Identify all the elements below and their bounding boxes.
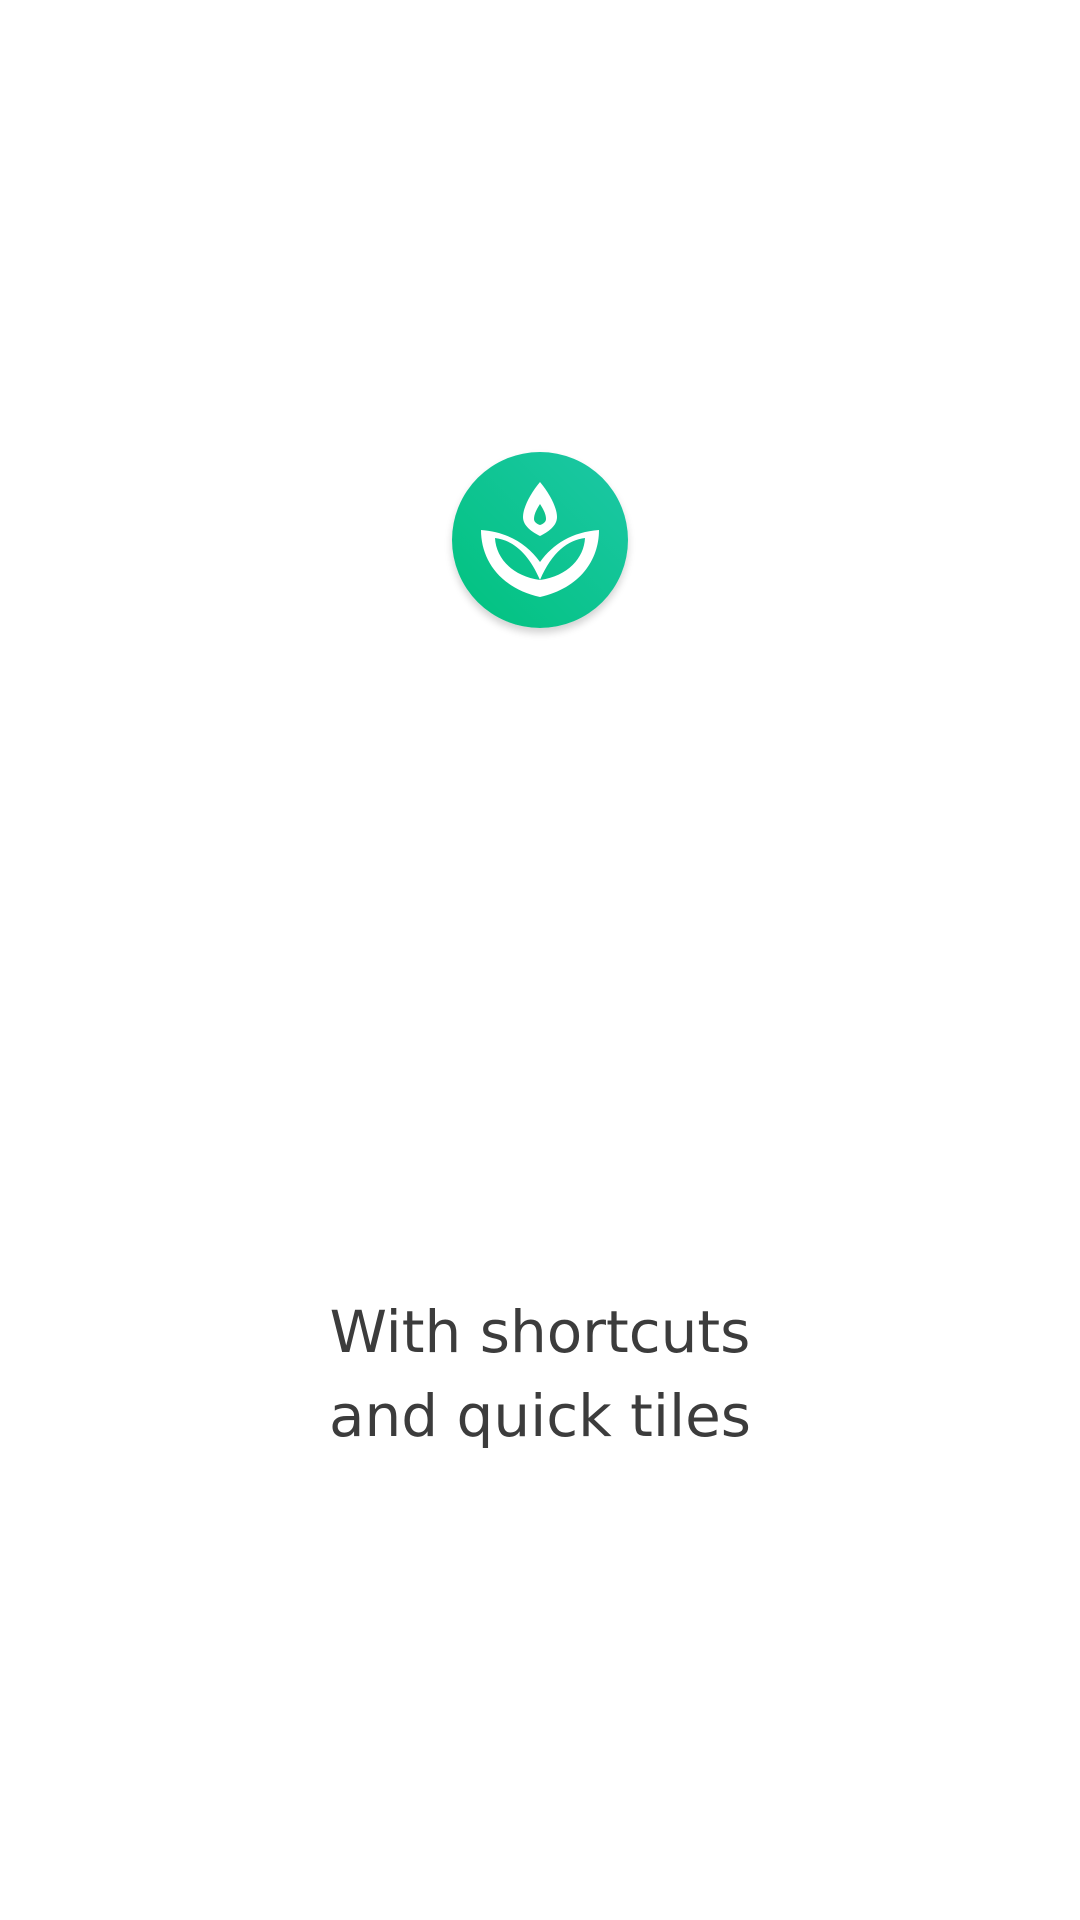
caption-line-2: and quick tiles — [328, 1382, 752, 1450]
sprout-leaves-icon — [452, 452, 628, 628]
onboarding-caption: With shortcuts and quick tiles — [0, 1290, 1080, 1458]
app-logo — [452, 452, 628, 628]
caption-line-1: With shortcuts — [329, 1298, 751, 1366]
onboarding-screen: With shortcuts and quick tiles — [0, 0, 1080, 1920]
logo-circle — [452, 452, 628, 628]
